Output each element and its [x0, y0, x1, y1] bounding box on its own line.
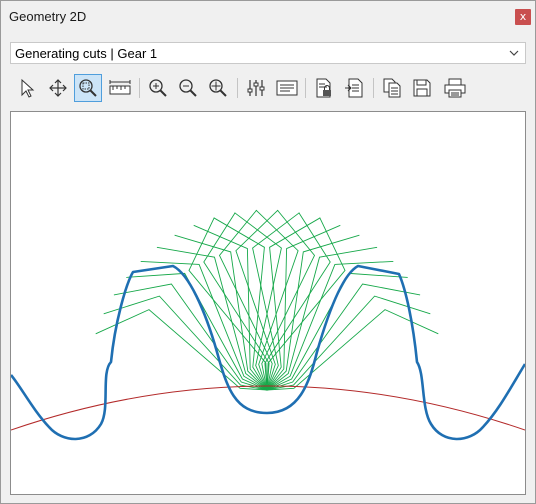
- save-disk-icon: [413, 79, 431, 97]
- zoom-out-button[interactable]: [174, 74, 202, 102]
- toolbar: [13, 74, 527, 104]
- cutter-position-line: [266, 217, 439, 391]
- ruler-icon: [109, 80, 131, 95]
- view-selector-value: Generating cuts | Gear 1: [15, 46, 158, 61]
- cutter-positions: [95, 209, 439, 391]
- cutter-position-line: [193, 224, 360, 391]
- copy-icon: [383, 78, 401, 98]
- cutter-position-line: [126, 209, 279, 391]
- zoom-fit-icon: [209, 79, 227, 97]
- cutter-position-line: [255, 209, 408, 391]
- toolbar-separator: [139, 78, 140, 98]
- settings-button[interactable]: [242, 74, 270, 102]
- geometry-plot-canvas[interactable]: [10, 111, 526, 495]
- zoom-in-icon: [149, 79, 167, 97]
- zoom-window-tool-button[interactable]: [74, 74, 102, 102]
- select-tool-button[interactable]: [14, 74, 42, 102]
- cutter-position-line: [264, 212, 431, 391]
- cutter-position-line: [103, 212, 270, 391]
- title-bar[interactable]: Geometry 2D x: [1, 1, 535, 31]
- measure-tool-button[interactable]: [106, 74, 134, 102]
- zoom-fit-button[interactable]: [204, 74, 232, 102]
- lock-document-button[interactable]: [310, 74, 338, 102]
- document-lock-icon: [316, 78, 331, 98]
- legend-button[interactable]: [272, 74, 300, 102]
- toolbar-separator: [373, 78, 374, 98]
- toolbar-separator: [237, 78, 238, 98]
- cutter-position-line: [174, 224, 341, 391]
- view-selector-dropdown[interactable]: Generating cuts | Gear 1: [10, 42, 526, 64]
- document-edit-icon: [345, 78, 363, 98]
- zoom-out-icon: [179, 79, 197, 97]
- print-button[interactable]: [440, 74, 468, 102]
- pan-tool-button[interactable]: [44, 74, 72, 102]
- document-edit-button[interactable]: [340, 74, 368, 102]
- gear-profile: [11, 264, 525, 441]
- sliders-icon: [247, 80, 265, 96]
- copy-button[interactable]: [378, 74, 406, 102]
- close-button[interactable]: x: [515, 9, 531, 25]
- window-title: Geometry 2D: [9, 9, 87, 24]
- zoom-in-button[interactable]: [144, 74, 172, 102]
- toolbar-separator: [305, 78, 306, 98]
- move-arrows-icon: [49, 79, 67, 97]
- geometry-2d-window: Geometry 2D x Generating cuts | Gear 1: [0, 0, 536, 504]
- text-lines-icon: [276, 80, 298, 96]
- chevron-down-icon: [509, 50, 519, 56]
- pointer-arrow-icon: [21, 78, 35, 98]
- zoom-window-icon: [79, 79, 97, 97]
- save-button[interactable]: [408, 74, 436, 102]
- gear-plot: [11, 209, 525, 441]
- pitch-circle: [11, 385, 525, 431]
- printer-icon: [444, 78, 466, 98]
